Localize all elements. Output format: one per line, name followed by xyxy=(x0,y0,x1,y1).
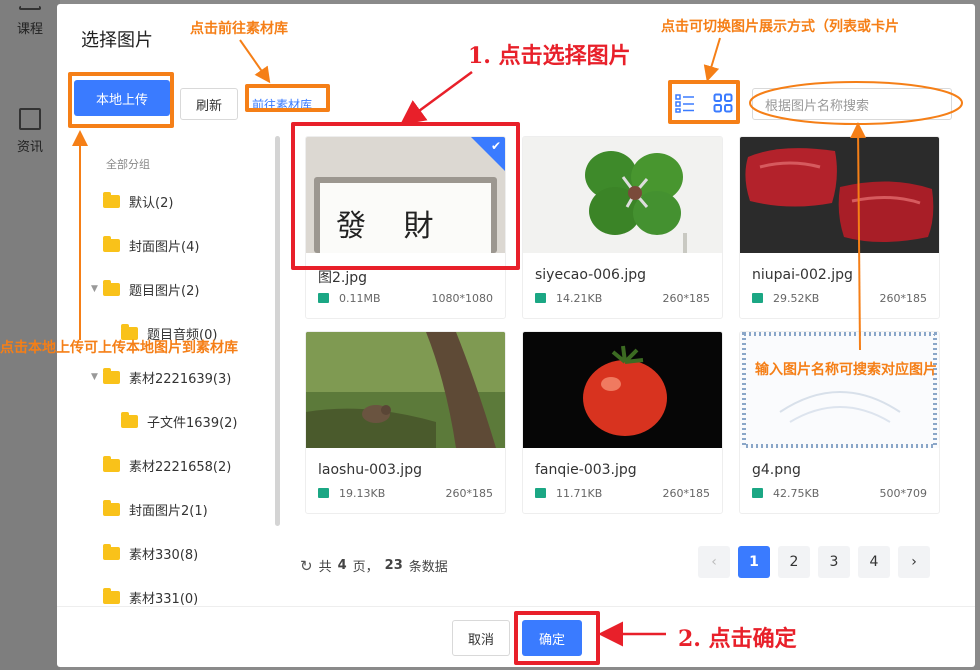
confirm-highlight xyxy=(514,611,600,665)
annotation-upload-hint: 点击本地上传可上传本地图片到素材库 xyxy=(0,340,238,356)
annotation-search-hint: 输入图片名称可搜索对应图片 xyxy=(755,362,937,378)
library-link-highlight xyxy=(245,84,330,112)
selected-image-highlight xyxy=(291,122,520,270)
view-toggle-highlight xyxy=(668,80,740,124)
upload-highlight xyxy=(68,72,174,128)
annotation-view-hint: 点击可切换图片展示方式（列表或卡片 xyxy=(661,19,899,35)
annotation-library-hint: 点击前往素材库 xyxy=(190,21,288,37)
annotation-step1: 1. 点击选择图片 xyxy=(468,43,631,69)
annotation-step2: 2. 点击确定 xyxy=(678,626,797,652)
